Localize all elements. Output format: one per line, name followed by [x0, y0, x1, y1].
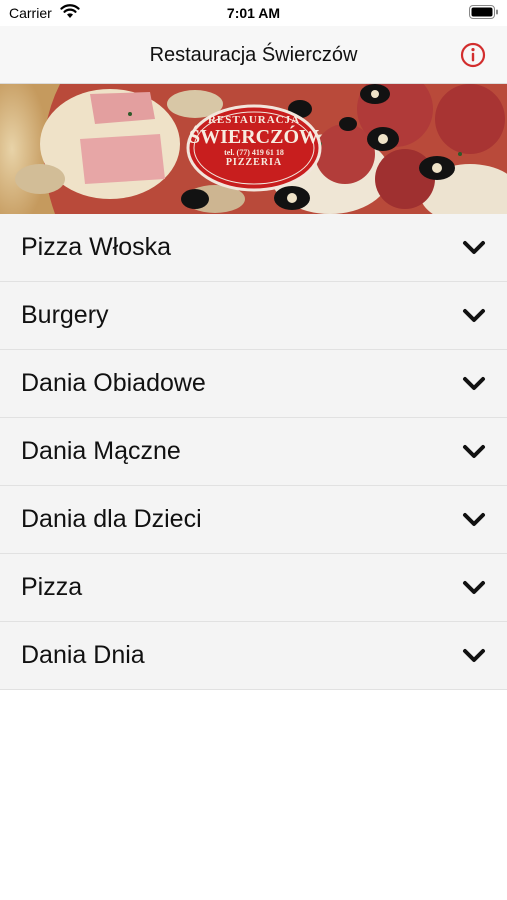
clock: 7:01 AM: [226, 5, 281, 21]
menu-item-dania-dnia[interactable]: Dania Dnia: [0, 622, 507, 690]
chevron-down-icon: [463, 581, 485, 594]
menu-category-list: Pizza Włoska Burgery Dania Obiadowe Dani…: [0, 214, 507, 690]
menu-item-label: Dania dla Dzieci: [21, 505, 202, 533]
logo-top-text: RESTAURACJA: [207, 114, 301, 126]
logo-phone-text: tel. (77) 419 61 18: [224, 148, 284, 157]
header-banner: RESTAURACJA ŚWIERCZÓW tel. (77) 419 61 1…: [0, 84, 507, 214]
menu-item-label: Dania Mączne: [21, 437, 181, 465]
menu-item-label: Dania Dnia: [21, 641, 145, 669]
battery-icon: [469, 5, 498, 19]
info-icon: [460, 42, 486, 68]
menu-item-burgery[interactable]: Burgery: [0, 282, 507, 350]
chevron-down-icon: [463, 377, 485, 390]
logo-name-text: ŚWIERCZÓW: [188, 126, 320, 148]
chevron-down-icon: [463, 649, 485, 662]
chevron-down-icon: [463, 241, 485, 254]
status-bar: Carrier 7:01 AM: [0, 0, 507, 26]
chevron-down-icon: [463, 445, 485, 458]
menu-item-dania-obiadowe[interactable]: Dania Obiadowe: [0, 350, 507, 418]
menu-item-pizza[interactable]: Pizza: [0, 554, 507, 622]
page-title: Restauracja Świerczów: [149, 44, 358, 66]
logo-bottom-text: PIZZERIA: [225, 157, 283, 168]
menu-item-pizza-wloska[interactable]: Pizza Włoska: [0, 214, 507, 282]
navigation-bar: Restauracja Świerczów: [0, 26, 507, 84]
chevron-down-icon: [463, 309, 485, 322]
menu-item-label: Pizza Włoska: [21, 233, 172, 261]
info-button[interactable]: [460, 42, 486, 68]
restaurant-logo: RESTAURACJA ŚWIERCZÓW tel. (77) 419 61 1…: [188, 108, 320, 190]
menu-item-dania-maczne[interactable]: Dania Mączne: [0, 418, 507, 486]
menu-item-dania-dla-dzieci[interactable]: Dania dla Dzieci: [0, 486, 507, 554]
chevron-down-icon: [463, 513, 485, 526]
menu-item-label: Burgery: [21, 301, 109, 329]
menu-item-label: Dania Obiadowe: [21, 369, 206, 397]
menu-item-label: Pizza: [21, 573, 83, 601]
